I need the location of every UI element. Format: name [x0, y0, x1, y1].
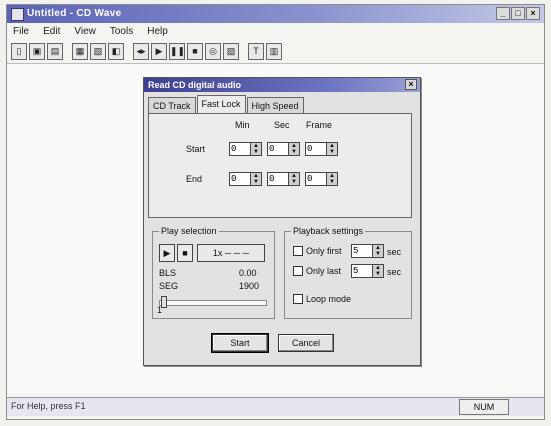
slider-mark: 1 — [157, 305, 163, 315]
close-button[interactable]: × — [526, 7, 540, 20]
playback-settings-label: Playback settings — [291, 226, 366, 236]
spinner-arrows-icon[interactable]: ▲ ▼ — [250, 143, 261, 155]
open-icon[interactable]: ▣ — [29, 42, 45, 60]
column-min: Min — [235, 120, 250, 130]
column-frame: Frame — [306, 120, 333, 130]
tab-panel: Min Sec Frame Start ▲▼ ▲▼ ▲▼ End ▲▼ ▲▼ ▲… — [148, 113, 412, 218]
stat-label-1: BLS — [159, 268, 177, 278]
menu-tools[interactable]: Tools — [110, 24, 133, 39]
stat-value-2: 1900 — [239, 281, 260, 291]
loop-mode-label: Loop mode — [306, 294, 352, 304]
only-first-checkbox[interactable] — [293, 246, 303, 256]
only-last-checkbox[interactable] — [293, 266, 303, 276]
minimize-button[interactable]: _ — [496, 7, 510, 20]
start-frame-input[interactable] — [307, 143, 325, 155]
end-sec-spinner[interactable]: ▲▼ — [267, 172, 300, 186]
toolbar: ▯ ▣ ▤ ▦ ▧ ◧ ◂▸ ▶ ❚❚ ■ ◎ ▨ T ▥ — [11, 41, 282, 61]
cut-icon[interactable]: ▧ — [90, 42, 106, 60]
start-min-input[interactable] — [231, 143, 249, 155]
only-last-option[interactable]: Only last — [293, 266, 341, 276]
menu-bar: File Edit View Tools Help — [7, 24, 550, 39]
loop-mode-option[interactable]: Loop mode — [293, 294, 351, 304]
only-first-input[interactable] — [353, 245, 371, 257]
only-first-label: Only first — [306, 246, 342, 256]
copy-icon[interactable]: ◧ — [108, 42, 124, 60]
start-sec-input[interactable] — [269, 143, 287, 155]
record-icon[interactable]: ▨ — [223, 42, 239, 60]
column-sec: Sec — [274, 120, 290, 130]
play-selection-group: Play selection ▶ ■ 1x ─ ─ ─ BLS 0.00 SEG… — [152, 226, 275, 319]
menu-edit[interactable]: Edit — [43, 24, 60, 39]
tab-high-speed[interactable]: High Speed — [246, 97, 304, 114]
only-last-unit: sec — [387, 267, 402, 277]
tracks-icon[interactable]: ▥ — [266, 42, 282, 60]
start-min-spinner[interactable]: ▲▼ — [229, 142, 262, 156]
play-button[interactable]: ▶ — [159, 244, 175, 262]
spinner-arrows-icon[interactable]: ▲ ▼ — [326, 143, 337, 155]
rewind-icon[interactable]: ◂▸ — [133, 42, 149, 60]
only-first-unit: sec — [387, 247, 402, 257]
dialog-title: Read CD digital audio — [148, 80, 242, 90]
speed-dropdown[interactable]: 1x ─ ─ ─ — [197, 244, 265, 262]
end-label: End — [186, 174, 203, 184]
tab-cd-track[interactable]: CD Track — [148, 97, 196, 114]
read-cd-dialog: Read CD digital audio × CD Track Fast Lo… — [143, 77, 421, 366]
save-icon[interactable]: ▤ — [47, 42, 63, 60]
end-min-input[interactable] — [231, 173, 249, 185]
stop-icon[interactable]: ■ — [187, 42, 203, 60]
menu-file[interactable]: File — [13, 24, 29, 39]
position-slider[interactable] — [159, 300, 267, 306]
maximize-button[interactable]: □ — [511, 7, 525, 20]
only-last-input[interactable] — [353, 265, 371, 277]
start-sec-spinner[interactable]: ▲▼ — [267, 142, 300, 156]
play-selection-label: Play selection — [159, 226, 219, 236]
end-min-spinner[interactable]: ▲▼ — [229, 172, 262, 186]
only-last-label: Only last — [306, 266, 342, 276]
app-icon[interactable] — [11, 8, 24, 21]
playback-settings-group: Playback settings Only first ▲▼ sec Only… — [284, 226, 412, 319]
cd-icon[interactable]: ◎ — [205, 42, 221, 60]
spinner-arrows-icon[interactable]: ▲ ▼ — [250, 173, 261, 185]
cancel-button[interactable]: Cancel — [278, 334, 334, 352]
start-frame-spinner[interactable]: ▲▼ — [305, 142, 338, 156]
menu-help[interactable]: Help — [147, 24, 168, 39]
only-first-option[interactable]: Only first — [293, 246, 342, 256]
loop-mode-checkbox[interactable] — [293, 294, 303, 304]
stat-label-2: SEG — [159, 281, 179, 291]
end-frame-spinner[interactable]: ▲▼ — [305, 172, 338, 186]
play-icon[interactable]: ▶ — [151, 42, 167, 60]
tab-fast-lock[interactable]: Fast Lock — [196, 95, 246, 114]
pause-icon[interactable]: ❚❚ — [169, 42, 185, 60]
status-bar: For Help, press F1 NUM — [7, 397, 544, 416]
title-bar: Untitled - CD Wave _ □ × — [7, 5, 544, 23]
dialog-close-button[interactable]: × — [405, 79, 417, 90]
status-text: For Help, press F1 — [11, 401, 86, 411]
spinner-arrows-icon[interactable]: ▲ ▼ — [372, 245, 383, 257]
stop-button[interactable]: ■ — [177, 244, 193, 262]
dialog-tabs: CD Track Fast Lock High Speed — [148, 95, 304, 114]
split-icon[interactable]: ▦ — [72, 42, 88, 60]
end-frame-input[interactable] — [307, 173, 325, 185]
new-icon[interactable]: ▯ — [11, 42, 27, 60]
only-first-spinner[interactable]: ▲▼ — [351, 244, 384, 258]
spinner-arrows-icon[interactable]: ▲ ▼ — [288, 173, 299, 185]
num-lock-indicator: NUM — [459, 399, 509, 415]
start-label: Start — [186, 144, 206, 154]
menu-view[interactable]: View — [74, 24, 96, 39]
app-title: Untitled - CD Wave — [27, 8, 122, 19]
only-last-spinner[interactable]: ▲▼ — [351, 264, 384, 278]
spinner-arrows-icon[interactable]: ▲ ▼ — [288, 143, 299, 155]
dialog-title-bar: Read CD digital audio × — [144, 78, 420, 92]
start-button[interactable]: Start — [211, 333, 269, 353]
text-icon[interactable]: T — [248, 42, 264, 60]
end-sec-input[interactable] — [269, 173, 287, 185]
spinner-arrows-icon[interactable]: ▲ ▼ — [326, 173, 337, 185]
spinner-arrows-icon[interactable]: ▲ ▼ — [372, 265, 383, 277]
stat-value-1: 0.00 — [239, 268, 257, 278]
